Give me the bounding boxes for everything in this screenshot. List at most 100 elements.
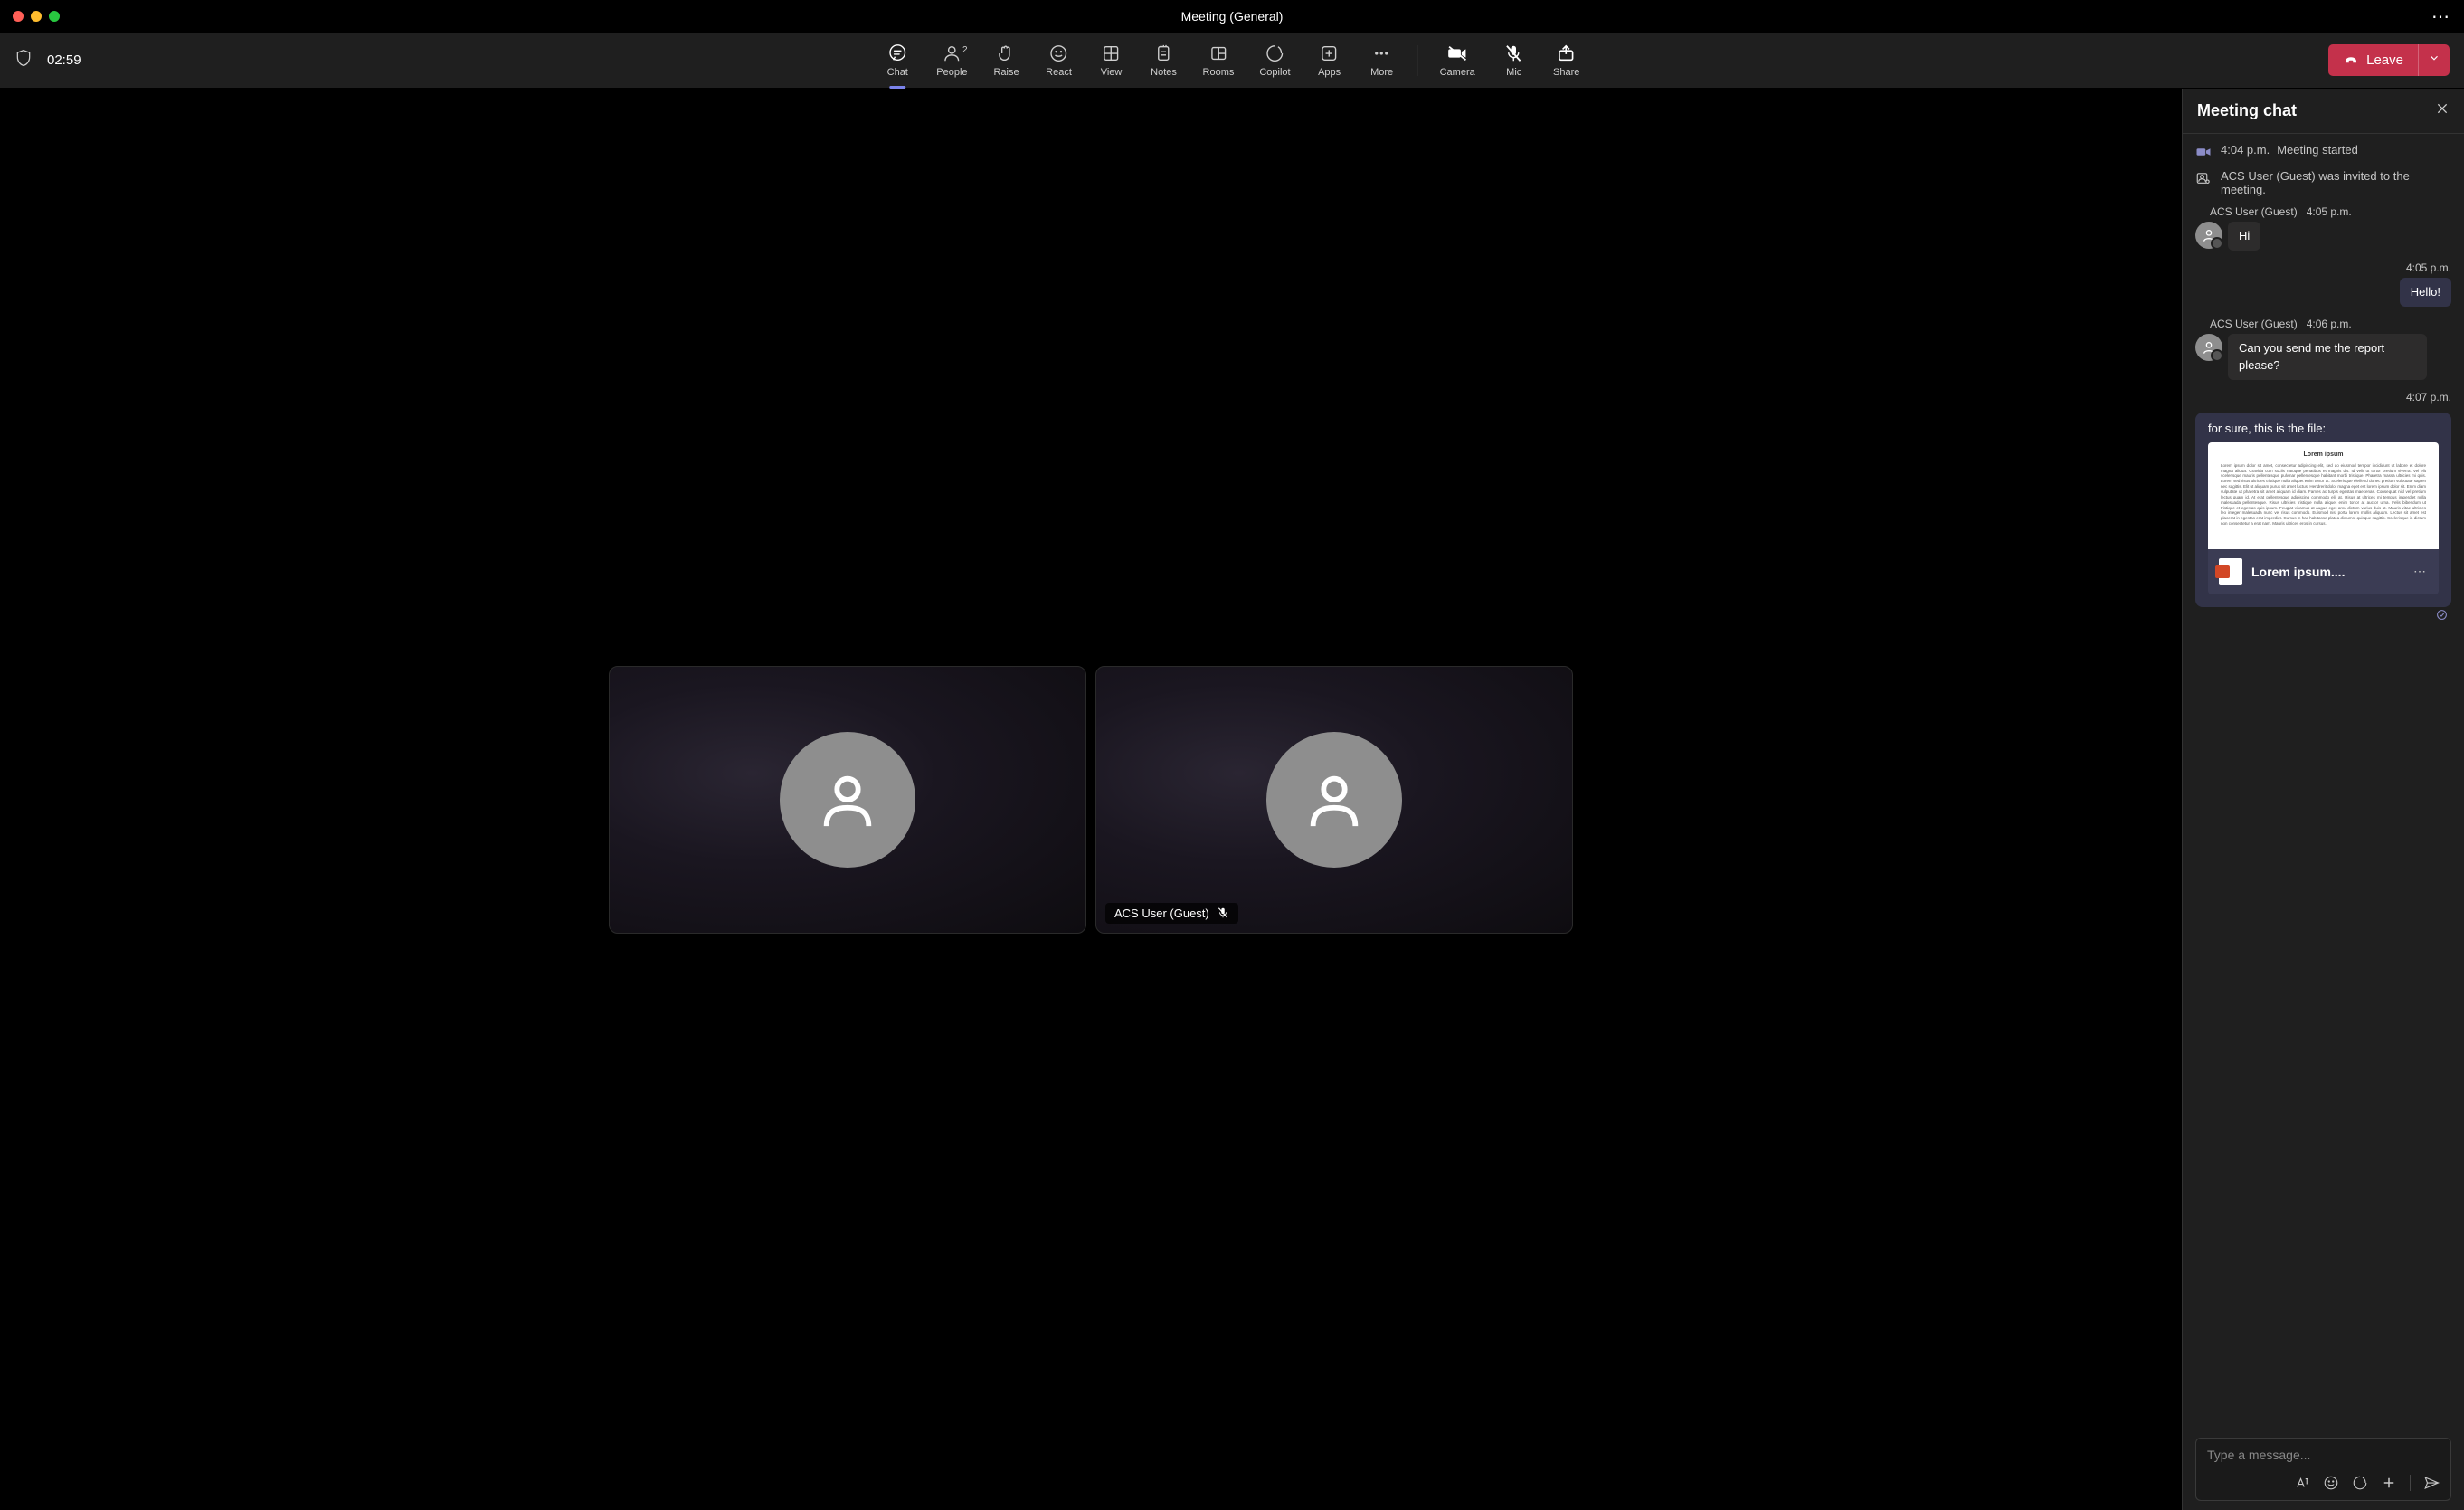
leave-icon xyxy=(2343,52,2359,69)
window-close-button[interactable] xyxy=(13,11,24,22)
camera-off-icon xyxy=(1447,43,1467,63)
react-icon xyxy=(1049,43,1069,63)
system-time: 4:04 p.m. xyxy=(2221,143,2270,157)
message-group-me: 4:07 p.m. for sure, this is the file: Lo… xyxy=(2195,391,2451,623)
file-preview[interactable]: Lorem ipsum Lorem ipsum dolor sit amet, … xyxy=(2208,442,2439,549)
message-input[interactable] xyxy=(2207,1448,2440,1462)
more-icon xyxy=(1372,43,1392,63)
toolbar-separator xyxy=(1417,45,1418,76)
chat-close-button[interactable] xyxy=(2435,101,2450,120)
loop-icon[interactable] xyxy=(2352,1475,2368,1491)
notes-icon xyxy=(1154,43,1174,63)
compose-box[interactable] xyxy=(2195,1438,2451,1501)
people-count: 2 xyxy=(962,45,968,55)
system-event-invited: ACS User (Guest) was invited to the meet… xyxy=(2195,169,2451,196)
rooms-icon xyxy=(1208,43,1228,63)
copilot-button[interactable]: Copilot xyxy=(1246,38,1303,83)
view-label: View xyxy=(1101,67,1123,78)
file-message[interactable]: for sure, this is the file: Lorem ipsum … xyxy=(2195,413,2451,607)
camera-button[interactable]: Camera xyxy=(1427,38,1488,83)
window-minimize-button[interactable] xyxy=(31,11,42,22)
person-add-icon xyxy=(2195,170,2212,186)
leave-button[interactable]: Leave xyxy=(2328,45,2418,76)
view-button[interactable]: View xyxy=(1085,38,1138,83)
message-sender: ACS User (Guest) xyxy=(2210,318,2298,330)
share-label: Share xyxy=(1553,67,1579,78)
window-maximize-button[interactable] xyxy=(49,11,60,22)
chat-title: Meeting chat xyxy=(2197,101,2297,120)
notes-label: Notes xyxy=(1151,67,1177,78)
message-bubble[interactable]: Hello! xyxy=(2400,278,2451,307)
person-icon xyxy=(816,768,879,831)
file-attachment-bar[interactable]: Lorem ipsum.... ⋯ xyxy=(2208,549,2439,594)
window-more-button[interactable]: ⋯ xyxy=(2431,5,2451,28)
message-group: ACS User (Guest) 4:05 p.m. Hi xyxy=(2195,205,2451,251)
add-icon[interactable] xyxy=(2381,1475,2397,1491)
people-icon xyxy=(942,43,962,63)
rooms-button[interactable]: Rooms xyxy=(1190,38,1247,83)
system-event-meeting-started: 4:04 p.m.Meeting started xyxy=(2195,143,2451,160)
people-button[interactable]: 2 People xyxy=(924,38,980,83)
file-more-button[interactable]: ⋯ xyxy=(2413,564,2428,579)
tile-name: ACS User (Guest) xyxy=(1114,907,1209,920)
leave-dropdown-button[interactable] xyxy=(2418,44,2450,76)
video-tile-self[interactable] xyxy=(609,666,1086,934)
compose-area xyxy=(2183,1427,2464,1510)
tile-label: ACS User (Guest) xyxy=(1105,903,1238,924)
person-icon xyxy=(2202,340,2216,355)
meeting-timer: 02:59 xyxy=(47,52,81,68)
chevron-down-icon xyxy=(2428,52,2440,64)
camera-label: Camera xyxy=(1440,67,1475,78)
apps-label: Apps xyxy=(1318,67,1341,78)
react-label: React xyxy=(1046,67,1072,78)
main-area: ACS User (Guest) Meeting chat 4:04 p.m.M… xyxy=(0,89,2464,1510)
sent-indicator xyxy=(2195,607,2451,623)
mic-button[interactable]: Mic xyxy=(1488,38,1540,83)
video-tile-guest[interactable]: ACS User (Guest) xyxy=(1095,666,1573,934)
chat-messages: 4:04 p.m.Meeting started ACS User (Guest… xyxy=(2183,134,2464,1427)
shield-icon[interactable] xyxy=(14,47,33,73)
message-bubble[interactable]: Can you send me the report please? xyxy=(2228,334,2427,379)
react-button[interactable]: React xyxy=(1033,38,1085,83)
compose-separator xyxy=(2410,1475,2411,1491)
send-icon[interactable] xyxy=(2423,1475,2440,1491)
avatar xyxy=(2195,334,2222,361)
copilot-icon xyxy=(1265,43,1284,63)
copilot-label: Copilot xyxy=(1259,67,1290,78)
leave-button-group: Leave xyxy=(2328,44,2450,76)
emoji-icon[interactable] xyxy=(2323,1475,2339,1491)
mic-muted-icon xyxy=(1217,907,1229,919)
share-button[interactable]: Share xyxy=(1540,38,1593,83)
notes-button[interactable]: Notes xyxy=(1138,38,1190,83)
chat-icon xyxy=(887,43,907,63)
message-bubble[interactable]: Hi xyxy=(2228,222,2260,251)
chat-button[interactable]: Chat xyxy=(871,38,924,83)
file-name: Lorem ipsum.... xyxy=(2251,565,2404,579)
preview-body: Lorem ipsum dolor sit amet, consectetur … xyxy=(2221,463,2426,527)
message-time: 4:06 p.m. xyxy=(2307,318,2352,330)
titlebar: Meeting (General) ⋯ xyxy=(0,0,2464,33)
raise-label: Raise xyxy=(993,67,1019,78)
more-button[interactable]: More xyxy=(1356,38,1408,83)
avatar xyxy=(1266,732,1402,868)
video-icon xyxy=(2195,144,2212,160)
video-stage: ACS User (Guest) xyxy=(0,89,2182,1510)
raise-hand-button[interactable]: Raise xyxy=(981,38,1033,83)
person-icon xyxy=(1303,768,1366,831)
powerpoint-icon xyxy=(2219,558,2242,585)
close-icon xyxy=(2435,101,2450,116)
mic-label: Mic xyxy=(1506,67,1521,78)
view-icon xyxy=(1102,43,1122,63)
message-time: 4:05 p.m. xyxy=(2195,261,2451,274)
sent-check-icon xyxy=(2436,609,2448,621)
apps-button[interactable]: Apps xyxy=(1303,38,1356,83)
person-icon xyxy=(2202,228,2216,242)
message-time: 4:05 p.m. xyxy=(2307,205,2352,218)
format-icon[interactable] xyxy=(2294,1475,2310,1491)
message-group: ACS User (Guest) 4:06 p.m. Can you send … xyxy=(2195,318,2451,379)
preview-title: Lorem ipsum xyxy=(2221,451,2426,458)
message-time: 4:07 p.m. xyxy=(2195,391,2451,404)
message-text: for sure, this is the file: xyxy=(2195,413,2451,442)
avatar xyxy=(780,732,915,868)
message-group-me: 4:05 p.m. Hello! xyxy=(2195,261,2451,307)
